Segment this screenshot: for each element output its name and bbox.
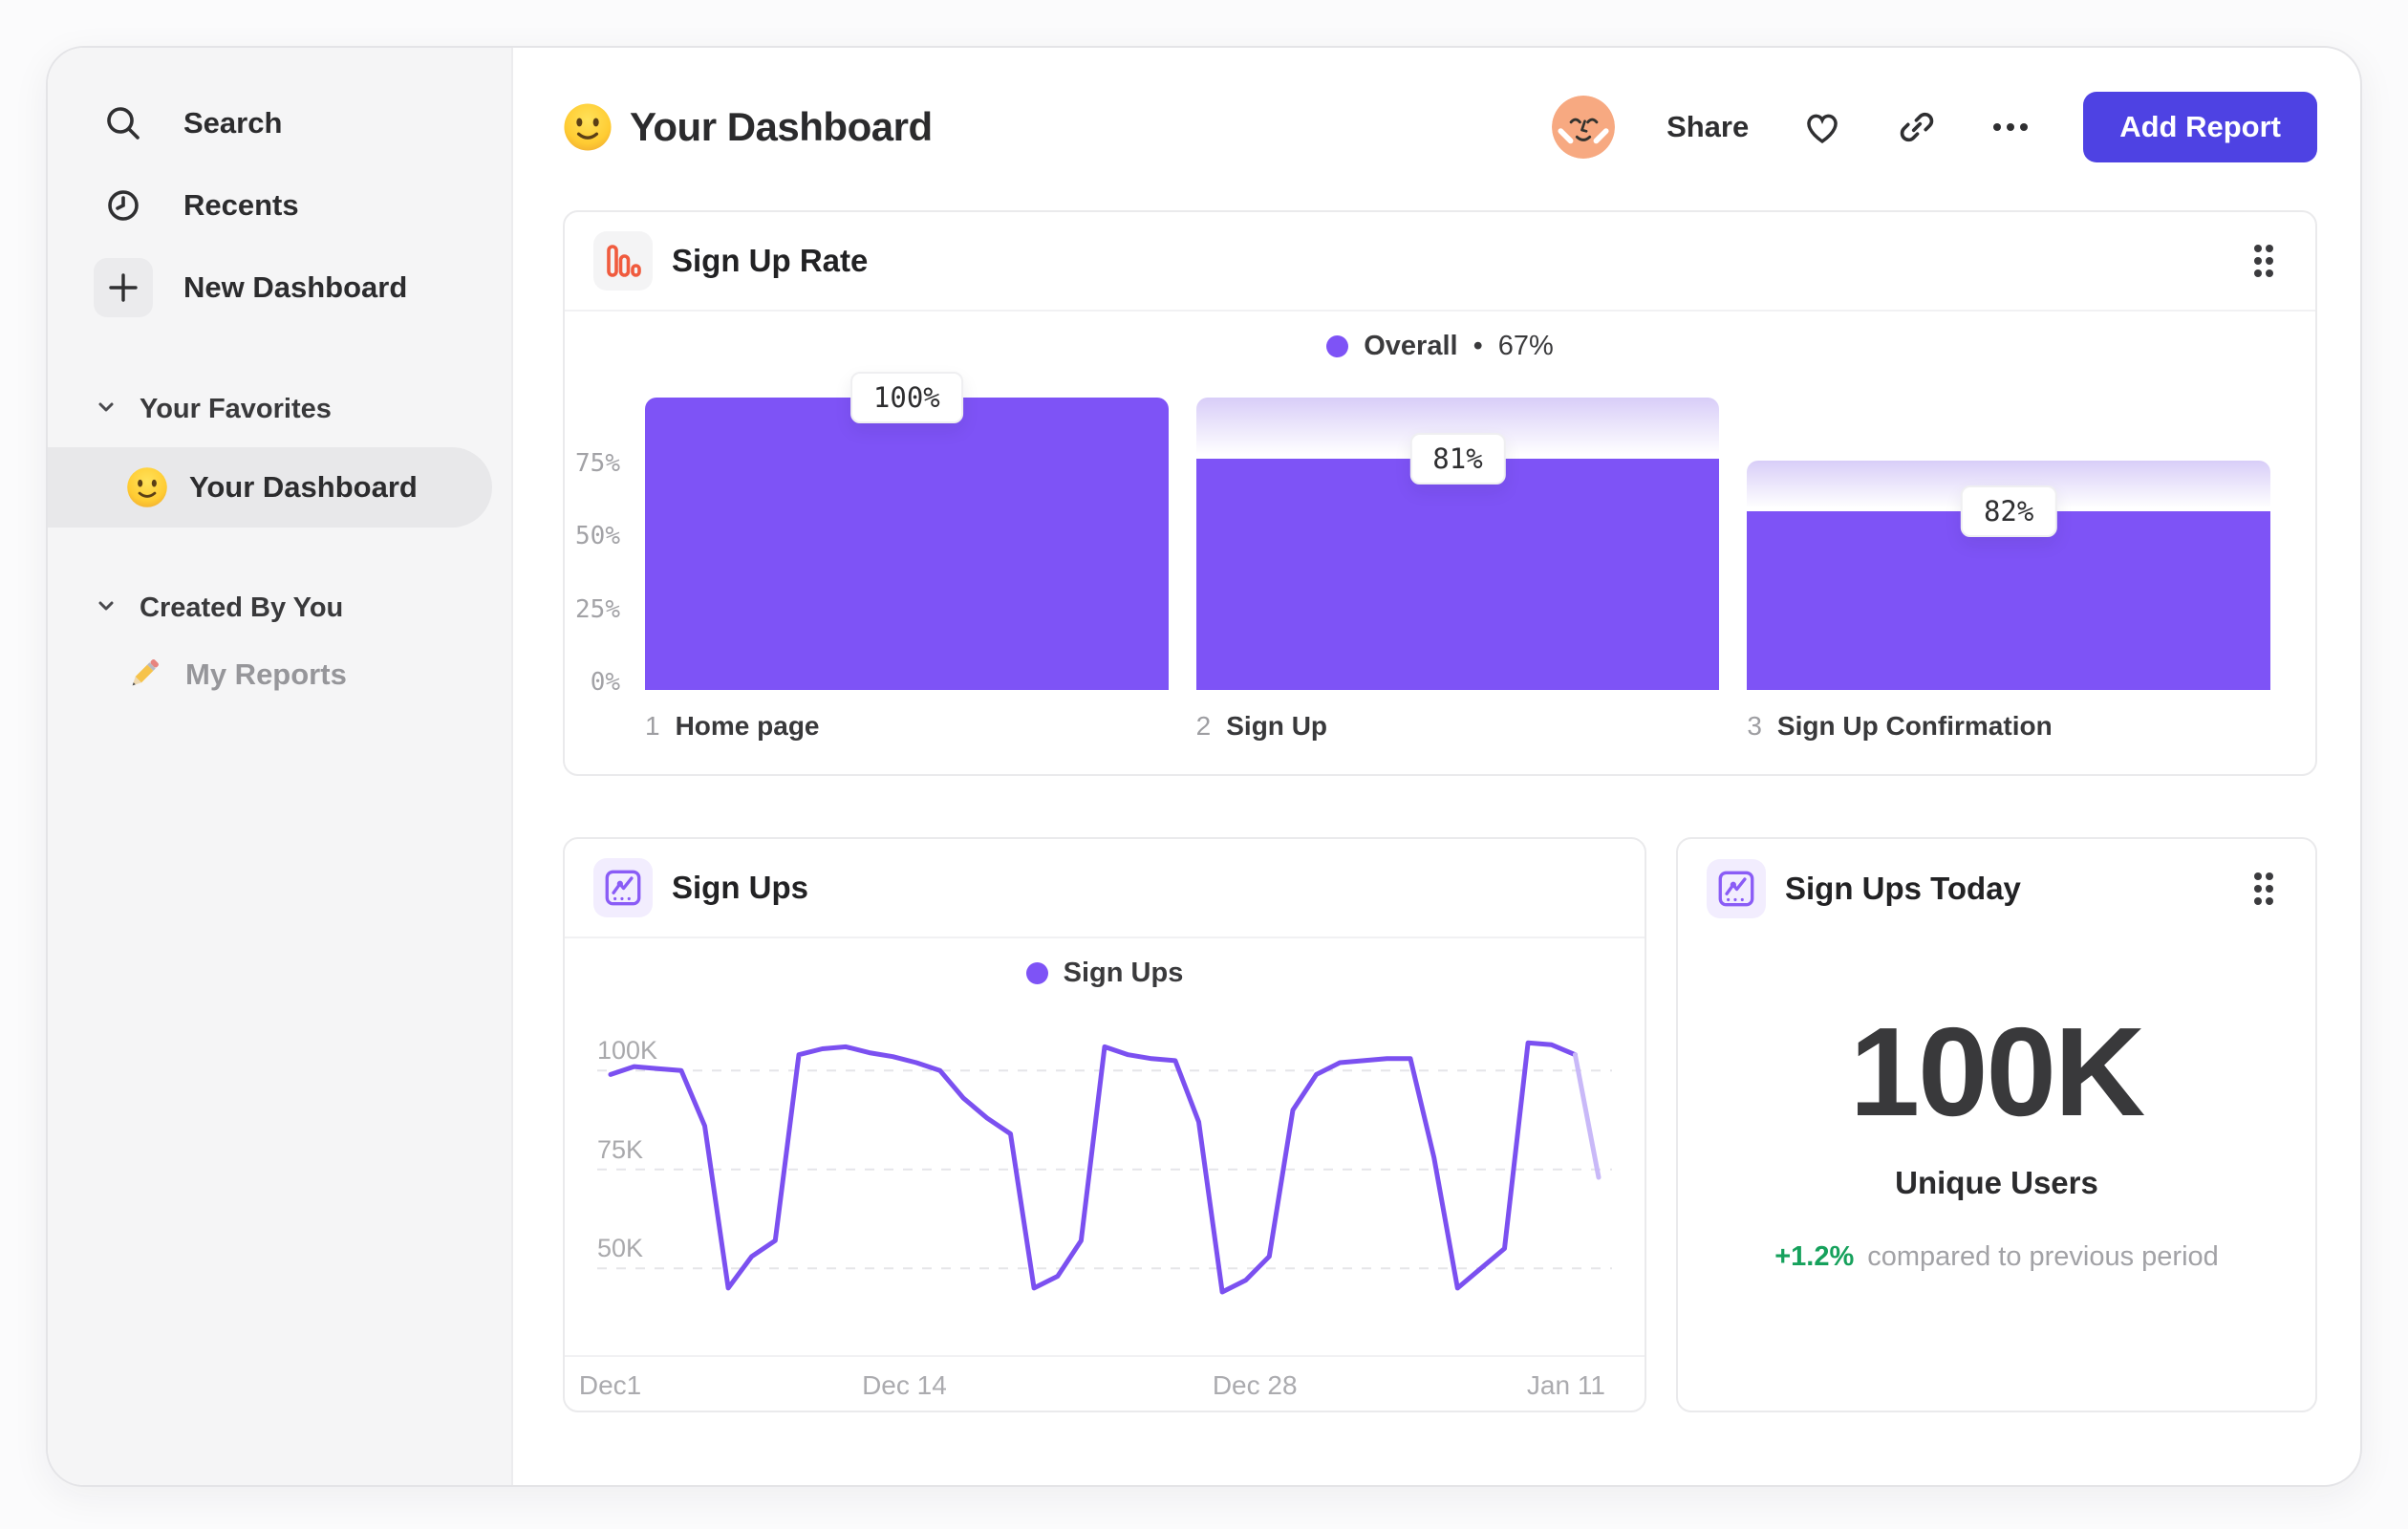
funnel-tooltip: 100% <box>849 372 963 423</box>
funnel-step-label: 3 Sign Up Confirmation <box>1747 711 2053 741</box>
drag-handle-icon[interactable] <box>2252 243 2275 279</box>
card-sign-up-rate: Sign Up Rate Overall • 67% 75% 50% 25% 0% 1… <box>563 210 2317 776</box>
card-header: Sign Ups <box>565 839 1645 938</box>
chevron-down-icon <box>94 395 118 424</box>
sidebar-item-my-reports[interactable]: My Reports <box>124 648 511 701</box>
line-x-tick: Jan 11 <box>1526 1370 1605 1400</box>
more-options-icon[interactable] <box>1989 106 2032 148</box>
line-series-faded <box>1572 1052 1602 1180</box>
sidebar-item-label: Search <box>183 106 283 140</box>
card-title: Sign Up Rate <box>672 243 869 278</box>
sidebar-item-new-dashboard[interactable]: New Dashboard <box>94 247 511 329</box>
card-title: Sign Ups <box>672 870 809 905</box>
line-legend: Sign Ups <box>565 938 1645 1007</box>
line-x-tick: Dec 28 <box>1212 1370 1298 1400</box>
share-button[interactable]: Share <box>1666 110 1749 144</box>
legend-dot <box>1025 961 1048 984</box>
card-title: Sign Ups Today <box>1785 871 2021 906</box>
sidebar-item-recents[interactable]: Recents <box>94 164 511 247</box>
sidebar-item-label: Your Dashboard <box>189 470 418 504</box>
section-your-favorites[interactable]: Your Favorites <box>94 382 511 436</box>
legend-value: 67% <box>1497 330 1554 361</box>
funnel-chart[interactable]: 75% 50% 25% 0% 100% 81% 82% <box>565 372 2315 698</box>
legend-series: Sign Ups <box>1063 957 1184 988</box>
stat-label: Unique Users <box>1895 1165 2098 1200</box>
card-sign-ups-today: Sign Ups Today 100K Unique Users +1.2% c… <box>1676 837 2317 1412</box>
sidebar: Search Recents New Dashboard Your Favori… <box>48 48 513 1485</box>
funnel-y-tick: 25% <box>575 594 620 624</box>
funnel-tooltip: 82% <box>1960 485 2057 538</box>
app-window: Search Recents New Dashboard Your Favori… <box>46 46 2362 1487</box>
legend-separator: • <box>1473 330 1483 361</box>
page-title: Your Dashboard <box>630 104 933 149</box>
funnel-step-label: 1 Home page <box>645 711 820 741</box>
legend-series: Overall <box>1364 330 1458 361</box>
sidebar-item-label: New Dashboard <box>183 270 408 304</box>
drag-handle-icon[interactable] <box>2252 871 2275 907</box>
plus-icon <box>94 258 153 317</box>
stat-delta-note: compared to previous period <box>1867 1241 2219 1272</box>
smiley-emoji-icon <box>126 466 168 508</box>
funnel-bar-step-2[interactable]: 81% <box>1195 398 1720 690</box>
add-report-button[interactable]: Add Report <box>2083 92 2317 162</box>
avatar[interactable] <box>1552 96 1616 159</box>
copy-link-icon[interactable] <box>1896 106 1938 148</box>
sidebar-item-label: My Reports <box>185 657 347 691</box>
page-header: Your Dashboard Share Add Report <box>563 90 2317 164</box>
funnel-bar-solid <box>1747 511 2271 690</box>
card-sign-ups: Sign Ups Sign Ups 100K 75K 50K Dec1 Dec 14 D… <box>563 837 1646 1412</box>
line-series-solid <box>608 1040 1578 1295</box>
funnel-bars: 100% 81% 82% <box>645 372 2271 690</box>
card-header: Sign Ups Today <box>1678 839 2315 938</box>
funnel-chart-icon <box>593 231 653 291</box>
chevron-down-icon <box>94 593 118 623</box>
legend-dot <box>1326 334 1349 357</box>
line-chart-icon <box>1707 859 1766 918</box>
search-icon <box>94 94 153 153</box>
funnel-bar-step-1[interactable]: 100% <box>645 372 1169 690</box>
second-row: Sign Ups Sign Ups 100K 75K 50K Dec1 Dec 14 D… <box>563 837 2317 1412</box>
favorite-heart-icon[interactable] <box>1800 105 1844 149</box>
sidebar-item-label: Recents <box>183 188 299 222</box>
funnel-y-tick: 50% <box>575 522 620 551</box>
section-label: Created By You <box>140 592 344 623</box>
funnel-tooltip: 81% <box>1409 433 1506 485</box>
main-content: Your Dashboard Share Add Report Sign Up … <box>513 48 2360 1485</box>
funnel-bar-solid <box>645 398 1169 690</box>
line-chart[interactable]: 100K 75K 50K <box>597 1007 1612 1347</box>
stat-body: 100K Unique Users +1.2% compared to prev… <box>1678 938 2315 1273</box>
smiley-emoji-icon <box>563 102 613 152</box>
funnel-y-tick: 0% <box>590 668 620 698</box>
line-chart-icon <box>593 858 653 917</box>
funnel-step-label: 2 Sign Up <box>1195 711 1328 741</box>
line-x-tick: Dec 14 <box>862 1370 947 1400</box>
dashboard-app: { "sidebar": { "items": [ { "label": "Se… <box>0 0 2408 1529</box>
section-created-by-you[interactable]: Created By You <box>94 581 511 635</box>
funnel-legend: Overall • 67% <box>565 312 2315 380</box>
funnel-bar-step-3[interactable]: 82% <box>1747 398 2271 690</box>
line-x-axis: Dec1 Dec 14 Dec 28 Jan 11 <box>565 1355 1645 1411</box>
stat-value: 100K <box>1849 1001 2146 1142</box>
funnel-x-labels: 1 Home page 2 Sign Up 3 Sign Up Confirmation <box>645 705 2270 747</box>
section-label: Your Favorites <box>140 393 332 424</box>
clock-icon <box>94 176 153 235</box>
line-x-tick: Dec1 <box>578 1370 642 1400</box>
sidebar-item-your-dashboard[interactable]: Your Dashboard <box>48 447 492 528</box>
card-header: Sign Up Rate <box>565 212 2315 312</box>
pencil-emoji-icon <box>124 654 166 696</box>
funnel-y-tick: 75% <box>575 448 620 478</box>
funnel-bar-solid <box>1195 459 1720 690</box>
stat-delta: +1.2% <box>1774 1241 1855 1272</box>
funnel-y-axis: 75% 50% 25% 0% <box>565 398 645 698</box>
sidebar-item-search[interactable]: Search <box>94 82 511 164</box>
